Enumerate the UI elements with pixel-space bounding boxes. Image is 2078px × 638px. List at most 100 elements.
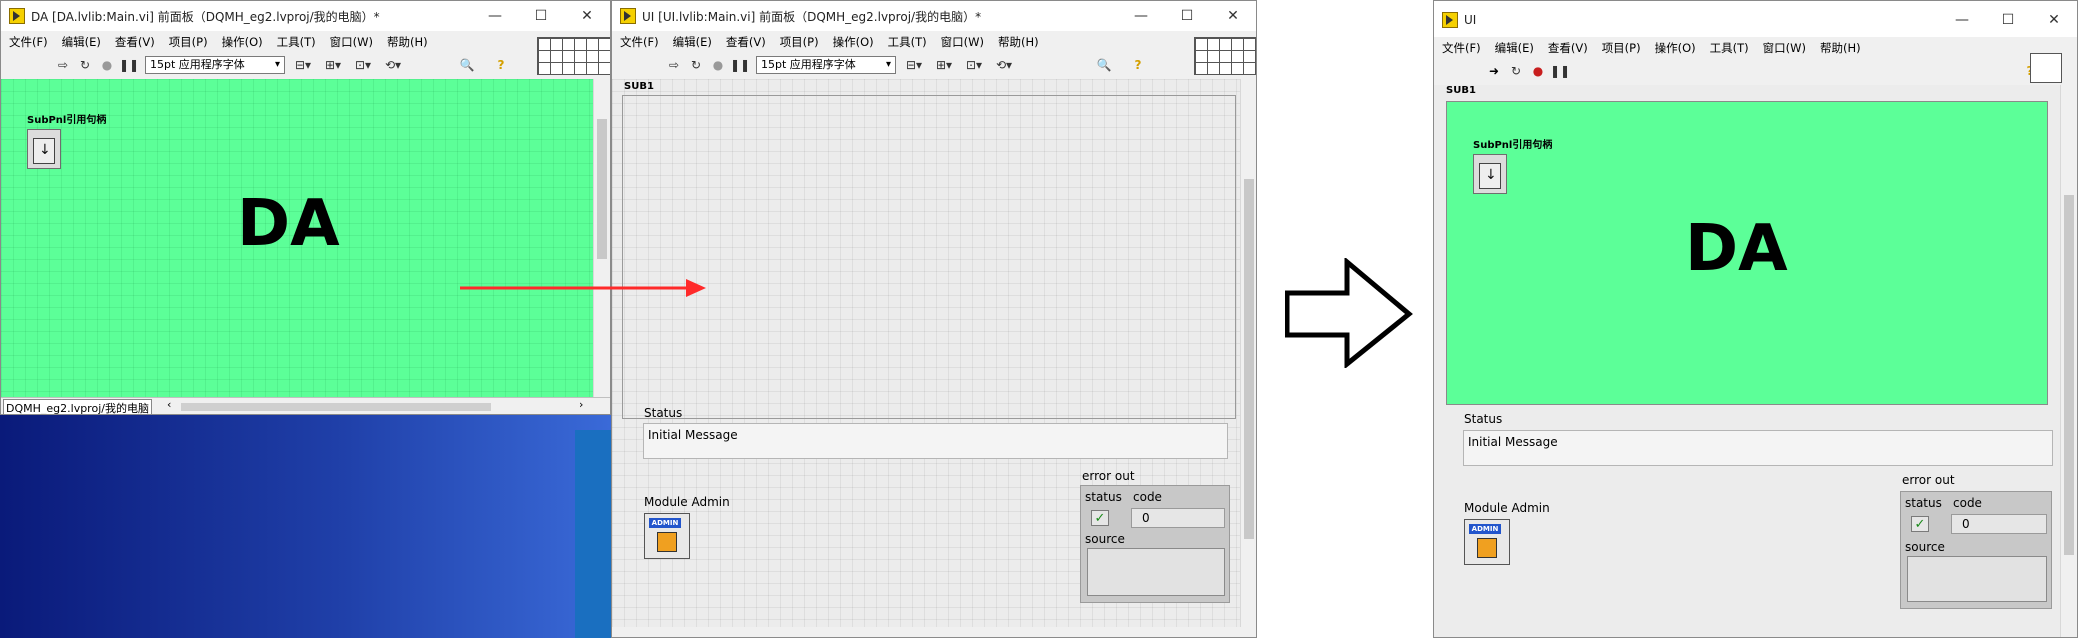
connector-pane-icon[interactable] <box>537 37 610 75</box>
error-source-label: source <box>1085 532 1125 546</box>
ui-running-title-bar[interactable]: UI — ☐ ✕ <box>1434 1 2077 39</box>
run-continuously-icon[interactable]: ↻ <box>686 56 706 74</box>
align-icon[interactable]: ⊟▾ <box>293 56 313 74</box>
minimize-icon[interactable]: — <box>1118 1 1164 31</box>
menu-operate[interactable]: 操作(O) <box>1655 40 1696 56</box>
h-scroll-left-icon[interactable]: ‹ <box>167 398 171 411</box>
error-code-label: code <box>1953 496 1982 510</box>
run-continuously-icon[interactable]: ↻ <box>1506 62 1526 80</box>
run-continuously-icon[interactable]: ↻ <box>75 56 95 74</box>
menu-operate[interactable]: 操作(O) <box>833 34 874 50</box>
menu-help[interactable]: 帮助(H) <box>387 34 428 50</box>
maximize-icon[interactable]: ☐ <box>1985 1 2031 39</box>
ui-window-title: UI [UI.lvlib:Main.vi] 前面板（DQMH_eg2.lvpro… <box>642 9 982 24</box>
menu-tools[interactable]: 工具(T) <box>277 34 316 50</box>
search-icon[interactable]: 🔍 <box>457 56 477 74</box>
menu-edit[interactable]: 编辑(E) <box>62 34 101 50</box>
menu-help[interactable]: 帮助(H) <box>1820 40 1861 56</box>
drag-arrow <box>460 279 706 297</box>
menu-project[interactable]: 项目(P) <box>169 34 208 50</box>
pause-icon[interactable]: ❚❚ <box>119 56 139 74</box>
ui-running-vertical-scrollbar[interactable] <box>2060 85 2077 637</box>
menu-project[interactable]: 项目(P) <box>780 34 819 50</box>
resize-icon[interactable]: ⊡▾ <box>353 56 373 74</box>
error-status-checkbox[interactable]: ✓ <box>1091 510 1109 526</box>
pause-icon[interactable]: ❚❚ <box>730 56 750 74</box>
abort-icon[interactable]: ● <box>1528 62 1548 80</box>
subpanel-refnum[interactable] <box>1473 154 1507 194</box>
maximize-icon[interactable]: ☐ <box>518 1 564 31</box>
subpanel-container[interactable]: SubPnl引用句柄 DA <box>1446 101 2048 405</box>
font-select[interactable]: 15pt 应用程序字体 <box>756 56 896 74</box>
distribute-icon[interactable]: ⊞▾ <box>323 56 343 74</box>
menu-view[interactable]: 查看(V) <box>1548 40 1588 56</box>
distribute-icon[interactable]: ⊞▾ <box>934 56 954 74</box>
subpanel-refnum[interactable] <box>27 129 61 169</box>
search-icon[interactable]: 🔍 <box>1094 56 1114 74</box>
menu-window[interactable]: 窗口(W) <box>941 34 984 50</box>
error-source-label: source <box>1905 540 1945 554</box>
minimize-icon[interactable]: — <box>472 1 518 31</box>
connector-pane-icon[interactable] <box>1194 37 1256 75</box>
menu-tools[interactable]: 工具(T) <box>1710 40 1749 56</box>
close-icon[interactable]: ✕ <box>1210 1 1256 31</box>
menu-file[interactable]: 文件(F) <box>1442 40 1481 56</box>
menu-edit[interactable]: 编辑(E) <box>673 34 712 50</box>
ui-running-menu-bar: 文件(F) 编辑(E) 查看(V) 项目(P) 操作(O) 工具(T) 窗口(W… <box>1434 37 2077 59</box>
help-icon[interactable]: ? <box>491 56 511 74</box>
close-icon[interactable]: ✕ <box>2031 1 2077 39</box>
labview-icon <box>620 8 636 24</box>
run-icon[interactable]: ⇨ <box>664 56 684 74</box>
menu-view[interactable]: 查看(V) <box>115 34 155 50</box>
error-code-field[interactable]: 0 <box>1131 508 1225 528</box>
da-horizontal-scrollbar[interactable] <box>181 403 491 411</box>
module-admin-icon[interactable]: ADMIN <box>1464 519 1510 565</box>
menu-project[interactable]: 项目(P) <box>1602 40 1641 56</box>
run-icon[interactable]: ⇨ <box>53 56 73 74</box>
pause-icon[interactable]: ❚❚ <box>1550 62 1570 80</box>
da-vertical-scrollbar[interactable] <box>593 79 610 397</box>
da-window-title: DA [DA.lvlib:Main.vi] 前面板（DQMH_eg2.lvpro… <box>31 9 380 24</box>
subpanel-ref-label: SubPnl引用句柄 <box>1473 140 1553 151</box>
ui-vertical-scrollbar[interactable] <box>1240 79 1256 627</box>
connector-pane-icon[interactable] <box>2030 53 2062 83</box>
module-admin-icon[interactable]: ADMIN <box>644 513 690 559</box>
font-select[interactable]: 15pt 应用程序字体 <box>145 56 285 74</box>
menu-view[interactable]: 查看(V) <box>726 34 766 50</box>
maximize-icon[interactable]: ☐ <box>1164 1 1210 31</box>
abort-icon[interactable]: ● <box>97 56 117 74</box>
menu-file[interactable]: 文件(F) <box>620 34 659 50</box>
minimize-icon[interactable]: — <box>1939 1 1985 39</box>
transition-arrow-icon <box>1285 258 1413 368</box>
subpanel-container[interactable] <box>622 95 1236 419</box>
error-source-field[interactable] <box>1907 556 2047 602</box>
menu-window[interactable]: 窗口(W) <box>330 34 373 50</box>
ui-title-bar[interactable]: UI [UI.lvlib:Main.vi] 前面板（DQMH_eg2.lvpro… <box>612 1 1256 31</box>
align-icon[interactable]: ⊟▾ <box>904 56 924 74</box>
error-status-label: status <box>1085 490 1122 504</box>
error-code-field[interactable]: 0 <box>1951 514 2047 534</box>
menu-window[interactable]: 窗口(W) <box>1763 40 1806 56</box>
reorder-icon[interactable]: ⟲▾ <box>383 56 403 74</box>
resize-icon[interactable]: ⊡▾ <box>964 56 984 74</box>
menu-operate[interactable]: 操作(O) <box>222 34 263 50</box>
run-icon[interactable]: ➜ <box>1484 62 1504 80</box>
menu-file[interactable]: 文件(F) <box>9 34 48 50</box>
menu-edit[interactable]: 编辑(E) <box>1495 40 1534 56</box>
da-title-bar[interactable]: DA [DA.lvlib:Main.vi] 前面板（DQMH_eg2.lvpro… <box>1 1 610 31</box>
menu-tools[interactable]: 工具(T) <box>888 34 927 50</box>
ui-toolbar: ⇨ ↻ ● ❚❚ 15pt 应用程序字体 ⊟▾ ⊞▾ ⊡▾ ⟲▾ 🔍 ? <box>612 53 1256 77</box>
close-icon[interactable]: ✕ <box>564 1 610 31</box>
ui-menu-bar: 文件(F) 编辑(E) 查看(V) 项目(P) 操作(O) 工具(T) 窗口(W… <box>612 31 1256 53</box>
help-icon[interactable]: ? <box>1128 56 1148 74</box>
h-scroll-right-icon[interactable]: › <box>579 398 583 411</box>
abort-icon[interactable]: ● <box>708 56 728 74</box>
project-path: DQMH_eg2.lvproj/我的电脑 <box>3 399 152 414</box>
ui-running-window-title: UI <box>1464 13 1477 27</box>
error-status-checkbox[interactable]: ✓ <box>1911 516 1929 532</box>
reorder-icon[interactable]: ⟲▾ <box>994 56 1014 74</box>
da-status-bar: DQMH_eg2.lvproj/我的电脑 ‹ › <box>1 397 610 414</box>
error-out-label: error out <box>1902 473 1955 487</box>
menu-help[interactable]: 帮助(H) <box>998 34 1039 50</box>
error-source-field[interactable] <box>1087 548 1225 596</box>
